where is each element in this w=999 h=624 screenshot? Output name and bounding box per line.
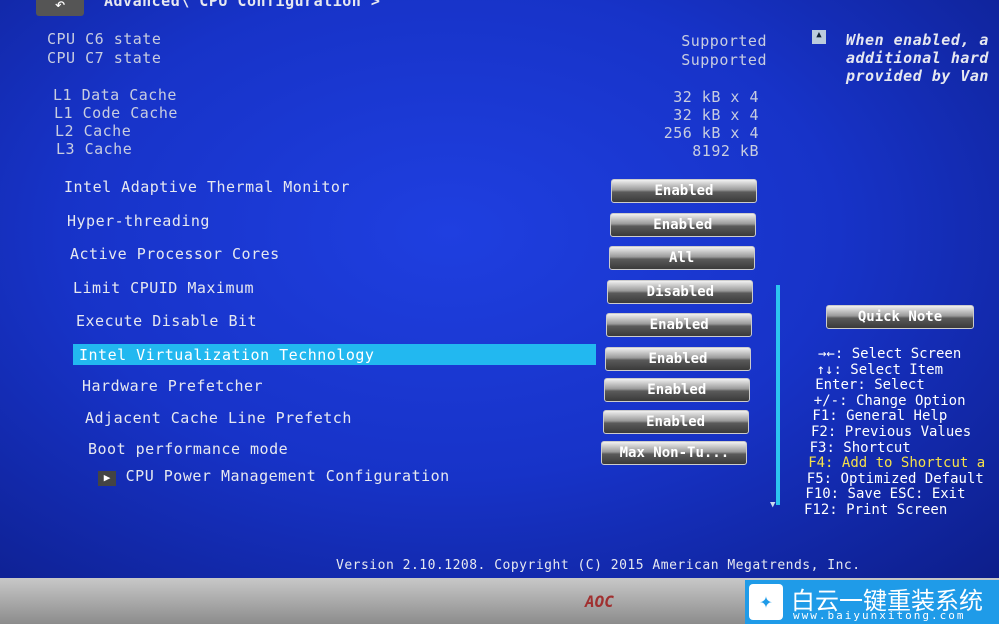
help-line: F1: General Help bbox=[812, 408, 948, 425]
setting-label[interactable]: Intel Virtualization Technology bbox=[79, 346, 374, 364]
help-line: F4: Add to Shortcut a bbox=[808, 455, 986, 472]
scroll-down-icon: ▼ bbox=[770, 500, 776, 510]
help-line: F2: Previous Values bbox=[811, 424, 972, 440]
info-label: L1 Data Cache bbox=[53, 86, 177, 104]
help-description-line: additional hard bbox=[846, 49, 989, 67]
help-line: +/-: Change Option bbox=[813, 392, 966, 409]
watermark-url: www.baiyunxitong.com bbox=[793, 609, 966, 622]
help-line: ↑↓: Select Item bbox=[816, 361, 944, 378]
help-line: F12: Print Screen bbox=[804, 502, 948, 518]
info-value: 32 kB x 4 bbox=[673, 106, 759, 124]
setting-value-button[interactable]: Enabled bbox=[605, 346, 751, 371]
setting-label[interactable]: Execute Disable Bit bbox=[76, 312, 257, 330]
watermark-logo: ✦ 白云一键重装系统 www.baiyunxitong.com bbox=[745, 580, 999, 624]
back-button[interactable]: ↶ bbox=[36, 0, 84, 16]
setting-label[interactable]: Limit CPUID Maximum bbox=[73, 279, 254, 297]
help-line: F10: Save ESC: Exit bbox=[805, 486, 966, 503]
submenu-arrow-icon: ▶ bbox=[98, 471, 116, 486]
submenu-cpu-power-management[interactable]: ▶ CPU Power Management Configuration bbox=[98, 466, 450, 486]
setting-value-button[interactable]: Enabled bbox=[609, 212, 756, 237]
info-value: 32 kB x 4 bbox=[673, 88, 759, 106]
setting-label[interactable]: Adjacent Cache Line Prefetch bbox=[85, 409, 352, 427]
setting-value-button[interactable]: Enabled bbox=[606, 313, 753, 337]
setting-value-button[interactable]: Max Non-Tu... bbox=[601, 441, 748, 465]
info-value: 256 kB x 4 bbox=[663, 124, 759, 142]
setting-label[interactable]: Intel Adaptive Thermal Monitor bbox=[64, 178, 350, 196]
info-label: L3 Cache bbox=[56, 140, 133, 158]
scroll-thumb[interactable] bbox=[776, 285, 780, 505]
help-line: Enter: Select bbox=[815, 377, 925, 394]
info-value: 8192 kB bbox=[692, 142, 759, 160]
monitor-brand-logo: AOC bbox=[585, 592, 614, 611]
help-line: →←: Select Screen bbox=[818, 346, 962, 362]
setting-label[interactable]: Hyper-threading bbox=[67, 212, 210, 230]
setting-value-button[interactable]: All bbox=[608, 246, 755, 270]
quick-note-button[interactable]: Quick Note bbox=[826, 305, 974, 329]
help-description-line: provided by Van bbox=[846, 67, 989, 85]
help-line: F3: Shortcut bbox=[809, 439, 911, 456]
setting-label[interactable]: Boot performance mode bbox=[88, 440, 288, 458]
footer-version: Version 2.10.1208. Copyright (C) 2015 Am… bbox=[336, 558, 861, 573]
info-label: CPU C6 state bbox=[47, 30, 162, 48]
setting-value-button[interactable]: Enabled bbox=[611, 179, 757, 203]
help-description-line: When enabled, a bbox=[846, 31, 989, 49]
setting-value-button[interactable]: Enabled bbox=[602, 409, 749, 434]
setting-value-button[interactable]: Disabled bbox=[607, 279, 754, 304]
info-label: L2 Cache bbox=[55, 122, 132, 140]
bios-screen: ↶ Advanced\ CPU Configuration > CPU C6 s… bbox=[0, 0, 999, 580]
info-label: L1 Code Cache bbox=[54, 104, 178, 122]
scroll-up-icon[interactable]: ▲ bbox=[812, 30, 826, 44]
bird-icon: ✦ bbox=[749, 584, 783, 620]
info-value: Supported bbox=[681, 32, 767, 50]
breadcrumb: Advanced\ CPU Configuration > bbox=[104, 0, 381, 10]
setting-label[interactable]: Active Processor Cores bbox=[70, 245, 280, 263]
setting-label[interactable]: Hardware Prefetcher bbox=[82, 377, 263, 395]
info-label: CPU C7 state bbox=[47, 49, 162, 67]
setting-value-button[interactable]: Enabled bbox=[603, 378, 750, 402]
info-value: Supported bbox=[681, 51, 767, 69]
help-line: F5: Optimized Default bbox=[806, 470, 984, 487]
